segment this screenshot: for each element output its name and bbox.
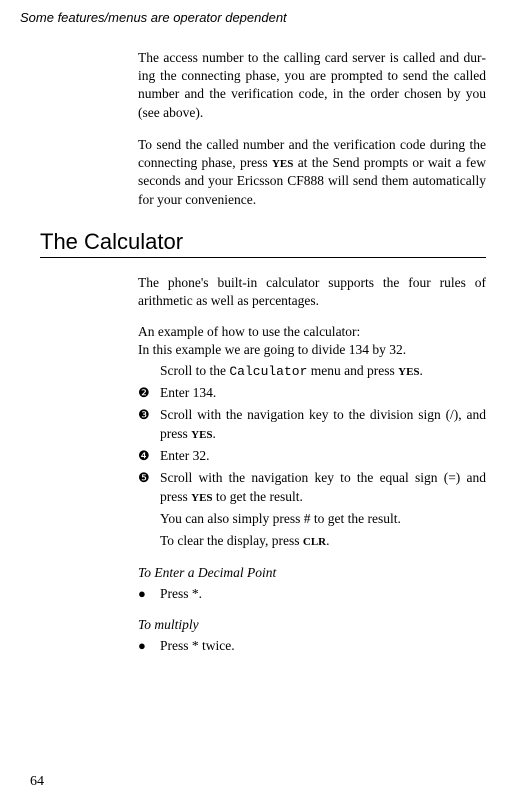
multiply-item: ● Press * twice.	[138, 637, 486, 656]
step-text: Enter 134.	[160, 384, 486, 403]
paragraph-1: The access number to the calling card se…	[138, 49, 486, 122]
step7-a: To clear the display, press	[160, 533, 303, 548]
multiply-list: ● Press * twice.	[138, 637, 486, 656]
step-marker: ❹	[138, 447, 160, 466]
decimal-list: ● Press *.	[138, 585, 486, 604]
step5-b: to get the result.	[213, 489, 303, 504]
example-lead: An example of how to use the calculator:	[138, 324, 486, 340]
decimal-item: ● Press *.	[138, 585, 486, 604]
paragraph-2: To send the called number and the verifi…	[138, 136, 486, 209]
page-number: 64	[30, 774, 44, 790]
calculator-menu-name: Calculator	[229, 364, 307, 379]
calc-intro: The phone's built-in calculator supports…	[138, 274, 486, 310]
step3-b: .	[213, 426, 216, 441]
step-text: To clear the display, press CLR.	[160, 532, 486, 551]
yes-key: YES	[272, 158, 293, 170]
steps-list: Scroll to the Calculator menu and press …	[138, 362, 486, 550]
yes-key: YES	[398, 366, 419, 378]
step-marker: ❸	[138, 406, 160, 444]
page-header: Some features/menus are operator depende…	[0, 0, 526, 29]
step-5: ❺ Scroll with the navigation key to the …	[138, 469, 486, 507]
main-content: The access number to the calling card se…	[0, 29, 526, 656]
step-4: ❹ Enter 32.	[138, 447, 486, 466]
clr-key: CLR	[303, 536, 326, 548]
step-3: ❸ Scroll with the navigation key to the …	[138, 406, 486, 444]
multiply-text: Press * twice.	[160, 637, 486, 656]
step-marker: ❷	[138, 384, 160, 403]
example-line: In this example we are going to divide 1…	[138, 342, 486, 358]
step-marker	[138, 362, 160, 381]
step-2: ❷ Enter 134.	[138, 384, 486, 403]
step-text: Scroll to the Calculator menu and press …	[160, 362, 486, 381]
bullet-icon: ●	[138, 637, 160, 656]
bullet-icon: ●	[138, 585, 160, 604]
step-marker	[138, 510, 160, 529]
step-text: Scroll with the navigation key to the eq…	[160, 469, 486, 507]
yes-key: YES	[191, 429, 212, 441]
step-marker	[138, 532, 160, 551]
section-title-calculator: The Calculator	[40, 229, 486, 258]
yes-key: YES	[191, 492, 212, 504]
sub-multiply-title: To multiply	[138, 617, 486, 633]
step-text: You can also simply press # to get the r…	[160, 510, 486, 529]
step-marker: ❺	[138, 469, 160, 507]
step-text: Scroll with the navigation key to the di…	[160, 406, 486, 444]
step7-b: .	[326, 533, 329, 548]
step-6: You can also simply press # to get the r…	[138, 510, 486, 529]
step-text: Enter 32.	[160, 447, 486, 466]
step-1: Scroll to the Calculator menu and press …	[138, 362, 486, 381]
step1-c: .	[420, 363, 423, 378]
decimal-text: Press *.	[160, 585, 486, 604]
step1-b: menu and press	[307, 363, 398, 378]
step1-a: Scroll to the	[160, 363, 229, 378]
step-7: To clear the display, press CLR.	[138, 532, 486, 551]
sub-decimal-title: To Enter a Decimal Point	[138, 565, 486, 581]
